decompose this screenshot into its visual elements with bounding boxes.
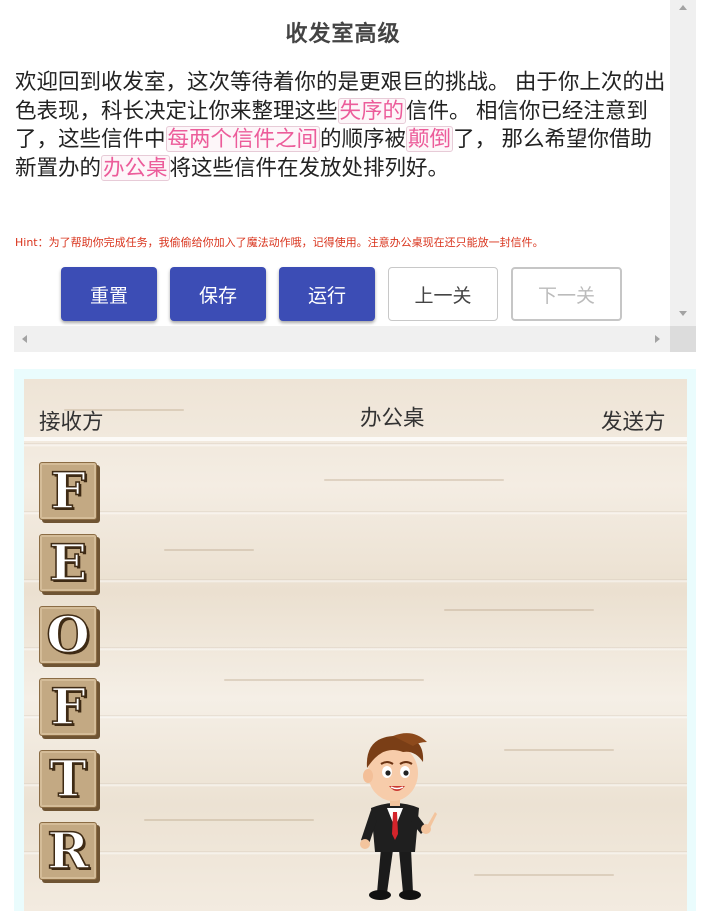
- letter-tile[interactable]: T: [39, 750, 97, 808]
- control-buttons: 重置 保存 运行 上一关 下一关: [61, 267, 635, 321]
- desc-text-5: 将这些信件在发放处排列好。: [169, 155, 450, 180]
- desk-label: 办公桌: [360, 406, 425, 430]
- keyword-disordered: 失序的: [337, 97, 407, 124]
- horizontal-scrollbar[interactable]: [14, 326, 670, 352]
- game-board: 接收方 办公桌 发送方 F E O F T R: [24, 379, 687, 911]
- hint-text: Hint：为了帮助你完成任务，我偷偷给你加入了魔法动作哦，记得使用。注意办公桌现…: [15, 236, 544, 249]
- letter-tile[interactable]: E: [39, 534, 97, 592]
- wood-grain: [474, 874, 614, 876]
- letter-tile[interactable]: R: [39, 822, 97, 880]
- level-description: 欢迎回到收发室，这次等待着你的是更艰巨的挑战。 由于你上次的出色表现，科长决定让…: [15, 68, 670, 182]
- reset-button[interactable]: 重置: [61, 267, 157, 321]
- wood-grain: [444, 609, 594, 611]
- level-title: 收发室高级: [285, 22, 401, 47]
- letter-tile[interactable]: O: [39, 606, 97, 664]
- wood-grain: [164, 549, 254, 551]
- scroll-left-arrow-icon[interactable]: [22, 335, 27, 343]
- instruction-panel: 收发室高级 欢迎回到收发室，这次等待着你的是更艰巨的挑战。 由于你上次的出色表现…: [0, 0, 670, 326]
- wood-grain: [504, 749, 614, 751]
- desc-text-3: 的顺序被: [320, 127, 407, 151]
- prev-level-button[interactable]: 上一关: [388, 267, 498, 321]
- vertical-scrollbar[interactable]: [670, 0, 696, 326]
- wood-grain: [324, 479, 504, 481]
- wood-grain: [144, 819, 314, 821]
- wood-grain: [224, 679, 424, 681]
- run-button[interactable]: 运行: [279, 267, 375, 321]
- scroll-up-arrow-icon[interactable]: [679, 5, 687, 10]
- letter-tile[interactable]: F: [39, 678, 97, 736]
- save-button[interactable]: 保存: [170, 267, 266, 321]
- office-worker-character: [360, 733, 437, 900]
- keyword-every-two-letters: 每两个信件之间: [165, 126, 321, 152]
- scrollbar-corner: [670, 326, 696, 352]
- keyword-reversed: 颠倒: [406, 126, 454, 152]
- scroll-down-arrow-icon[interactable]: [679, 311, 687, 316]
- scroll-right-arrow-icon[interactable]: [655, 335, 660, 343]
- letter-tile[interactable]: F: [39, 462, 97, 520]
- sender-label: 发送方: [601, 410, 666, 434]
- keyword-desk: 办公桌: [101, 154, 170, 181]
- next-level-button[interactable]: 下一关: [511, 267, 622, 321]
- header-divider: [24, 437, 687, 441]
- receiver-label: 接收方: [39, 410, 104, 434]
